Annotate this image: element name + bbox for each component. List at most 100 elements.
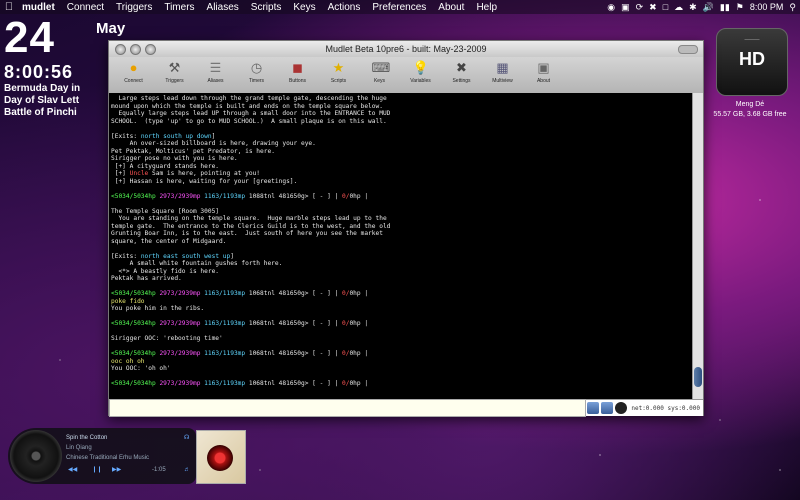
toolbar-toggle-button[interactable] [678, 45, 698, 54]
pause-icon[interactable]: ❙❙ [92, 466, 102, 474]
keys-icon: ⌨ [371, 60, 391, 75]
toolbar-scripts[interactable]: ★ Scripts [318, 57, 359, 93]
console-text: mound upon which the temple is built and… [111, 102, 383, 110]
clock-day: 24 [4, 13, 55, 62]
drive-info: 55.57 GB, 3.68 GB free [713, 111, 787, 118]
console-line: [+] Hassan is here, waiting for your [gr… [111, 178, 693, 186]
drive-name: Meng Dé [735, 101, 765, 108]
console-text: Uncle [129, 170, 149, 177]
menu-keys[interactable]: Keys [287, 2, 321, 13]
console-line: [+] Uncle Sam is here, pointing at you! [111, 170, 693, 178]
mud-console-output[interactable]: Large steps lead down through the grand … [109, 93, 693, 399]
toolbar-scripts-label: Scripts [330, 78, 347, 84]
window-titlebar[interactable]: Mudlet Beta 10pre6 - built: May-23-2009 [109, 41, 703, 57]
clock-event-1: Bermuda Day in [4, 83, 81, 94]
console-text: 1163/1193mp [204, 380, 249, 387]
toolbar-about[interactable]: ▣ About [523, 57, 564, 93]
console-text: <*> A beastly fido is here. [111, 267, 220, 275]
console-line: [Exits: north east south west up] [111, 253, 693, 261]
toolbar-buttons[interactable]: ◼ Buttons [277, 57, 318, 93]
toolbar-multiview[interactable]: ▦ Multiview [482, 57, 523, 93]
menu-timers[interactable]: Timers [158, 2, 200, 13]
track-artist: Lin Qiang [66, 445, 92, 451]
toolbar-triggers[interactable]: ⚒ Triggers [154, 57, 195, 93]
album-art[interactable] [196, 430, 246, 484]
tools-icon[interactable]: ✖ [649, 2, 657, 13]
menu-triggers[interactable]: Triggers [110, 2, 158, 13]
clock-event-2: Day of Slav Lett [4, 95, 80, 106]
volume-icon[interactable]: ♬ [184, 466, 190, 474]
console-text: Pet [111, 147, 126, 155]
toolbar-settings[interactable]: ✖ Settings [441, 57, 482, 93]
display-icon[interactable]: ▣ [621, 2, 630, 13]
console-text: ooc oh oh [111, 357, 145, 365]
console-line: The Temple Square [Room 3005] [111, 208, 693, 216]
console-text: 1068tnl 481650g> [ - ] | [248, 320, 342, 327]
console-scrollbar[interactable] [692, 93, 703, 399]
menu-scripts[interactable]: Scripts [245, 2, 288, 13]
apple-menu-icon[interactable]:  [0, 1, 18, 13]
toolbar-aliases[interactable]: ☰ Aliases [195, 57, 236, 93]
buttons-icon: ◼ [292, 60, 303, 75]
flag-icon[interactable]: ⚑ [736, 2, 744, 13]
variables-icon: 💡 [412, 60, 429, 75]
console-text: <5034/5034hp [111, 350, 160, 357]
volume-icon[interactable]: 🔊 [703, 2, 714, 13]
folder-icon[interactable]: □ [663, 2, 668, 12]
menu-connect[interactable]: Connect [61, 2, 110, 13]
timestamp-toggle-icon[interactable] [587, 402, 600, 414]
drive-label[interactable]: Meng Dé 55.57 GB, 3.68 GB free [700, 100, 800, 120]
menu-about[interactable]: About [432, 2, 470, 13]
console-text: 1163/1193mp [204, 350, 249, 357]
emergency-stop-icon[interactable] [615, 402, 628, 414]
toolbar-buttons-label: Buttons [289, 78, 306, 84]
console-line: An over-sized billboard is here, drawing… [111, 140, 693, 148]
cloud-icon[interactable]: ☁ [674, 2, 683, 13]
console-text: ] [230, 252, 234, 260]
console-text: temple gate. The entrance to the Clerics… [111, 222, 391, 230]
console-line: <*> A beastly fido is here. [111, 268, 693, 276]
main-toolbar: ● Connect ⚒ Triggers ☰ Aliases ◷ Timers ◼ But… [109, 57, 703, 94]
scrollbar-thumb[interactable] [694, 367, 702, 387]
console-line: Equally large steps lead UP through a sm… [111, 110, 693, 118]
triggers-icon: ⚒ [168, 60, 181, 75]
console-text: north east south west up [140, 252, 231, 260]
toolbar-variables[interactable]: 💡 Variables [400, 57, 441, 93]
vinyl-disc-icon [10, 430, 62, 482]
log-toggle-icon[interactable] [601, 402, 614, 414]
menu-bar:  mudlet Connect Triggers Timers Aliases… [0, 0, 800, 14]
menu-actions[interactable]: Actions [322, 2, 367, 13]
menu-app-name[interactable]: mudlet [18, 2, 61, 13]
shield-icon[interactable]: ◉ [607, 2, 615, 13]
headphones-icon[interactable]: ☊ [184, 434, 189, 442]
command-input[interactable] [109, 399, 587, 417]
console-text: [+] A cityguard stands here. [111, 162, 220, 170]
scripts-icon: ★ [332, 60, 345, 75]
console-text: 1163/1193mp [204, 320, 249, 327]
toolbar-keys[interactable]: ⌨ Keys [359, 57, 400, 93]
console-text: Grunting Boar Inn, is to the east. Just … [111, 230, 383, 237]
console-text: A small white fountain gushes forth here… [111, 260, 283, 267]
console-text: <5034/5034hp [111, 320, 160, 327]
menu-clock[interactable]: 8:00 PM [750, 2, 784, 12]
spotlight-icon[interactable]: ⚲ [789, 2, 796, 13]
toolbar-timers[interactable]: ◷ Timers [236, 57, 277, 93]
battery-icon[interactable]: ▮▮ [720, 2, 730, 13]
menu-aliases[interactable]: Aliases [201, 2, 245, 13]
toolbar-aliases-label: Aliases [207, 78, 224, 84]
menu-help[interactable]: Help [470, 2, 503, 13]
console-text: You are standing on the temple square. H… [111, 215, 387, 222]
sync-icon[interactable]: ⟳ [636, 2, 644, 13]
hard-drive-icon[interactable]: ——— HD [716, 28, 788, 96]
toolbar-connect[interactable]: ● Connect [113, 57, 154, 93]
prev-track-icon[interactable]: ◀◀ [68, 466, 77, 474]
console-text: 1068tnl 481650g> [ - ] | [248, 290, 342, 297]
console-line: <5034/5034hp 2973/2939mp 1163/1193mp 108… [111, 193, 693, 201]
next-track-icon[interactable]: ▶▶ [112, 466, 121, 474]
bluetooth-icon[interactable]: ✱ [689, 2, 697, 13]
menu-preferences[interactable]: Preferences [366, 2, 432, 13]
